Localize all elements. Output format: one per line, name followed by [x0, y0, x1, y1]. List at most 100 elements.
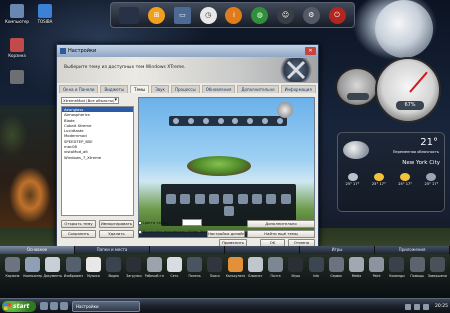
- dock-item[interactable]: Блокнот: [246, 257, 265, 278]
- dock-item-label: Калькулятор: [225, 274, 245, 278]
- extra-button[interactable]: Дополнительно: [247, 220, 315, 228]
- dock-item-label: Блокнот: [248, 274, 263, 278]
- user-icon[interactable]: ☺: [276, 6, 294, 24]
- forecast-day: 25° 17°: [394, 173, 417, 186]
- dock-tab-folders[interactable]: Папки и места: [75, 246, 150, 254]
- dock-item-label: Изображения: [63, 274, 83, 278]
- find-themes-button[interactable]: Найти ещё темы: [247, 230, 315, 238]
- dock-item[interactable]: Paint: [367, 257, 386, 278]
- dock-item[interactable]: Команды: [387, 257, 406, 278]
- dialog-title: Настройки: [68, 48, 97, 54]
- xtreme-logo-icon: [280, 58, 312, 82]
- tab-windows-panels[interactable]: Окна и Панели: [59, 85, 99, 93]
- dock-item[interactable]: Изображения: [64, 257, 83, 278]
- monitor-icon[interactable]: ▭: [173, 6, 191, 24]
- clock[interactable]: 20:25: [435, 304, 448, 309]
- desktop-icon-recycle-bin[interactable]: Корзина: [2, 38, 32, 58]
- gear-icon[interactable]: ⚙: [302, 6, 320, 24]
- network-icon[interactable]: [405, 303, 412, 310]
- media-icon[interactable]: [60, 302, 68, 310]
- tab-info[interactable]: Информация: [280, 85, 316, 93]
- weather-condition: Переменная облачность: [392, 150, 439, 154]
- enable-video-checkbox[interactable]: Включить поддержку Video Ideas: [138, 229, 210, 234]
- import-button[interactable]: Импортировать: [99, 220, 134, 228]
- dock-tab[interactable]: [150, 246, 225, 254]
- dock-tab-games[interactable]: Игры: [300, 246, 375, 254]
- dock-item[interactable]: Калькулятор: [226, 257, 245, 278]
- folder-icon: [10, 70, 24, 84]
- gear-icon: [5, 257, 20, 272]
- dialog-tabs: Окна и Панели Виджеты Темы Звук Процессы…: [59, 85, 316, 93]
- folder-icon: [38, 4, 52, 18]
- dock-tab-apps[interactable]: Приложения: [375, 246, 450, 254]
- help-icon: [409, 257, 425, 272]
- theme-item[interactable]: Windows_7_Xtreme: [62, 155, 133, 160]
- dock-item-label: Помощь: [410, 274, 424, 278]
- dock-item[interactable]: Компьютер: [23, 257, 42, 278]
- dock-item[interactable]: Почта: [266, 257, 285, 278]
- theme-color-checkbox[interactable]: Цвета темы:: [138, 220, 168, 225]
- search-icon: [207, 257, 223, 272]
- theme-filter-select[interactable]: XtremeMod (Все объекты): [61, 97, 119, 104]
- weather-widget[interactable]: 21° Переменная облачность New York City …: [337, 132, 445, 212]
- browser-icon[interactable]: [40, 302, 48, 310]
- network-icon: [166, 257, 182, 272]
- dialog-titlebar[interactable]: Настройки ✕: [57, 45, 318, 57]
- dock-item[interactable]: Info: [307, 257, 326, 278]
- power-icon[interactable]: ⏻: [328, 6, 346, 24]
- desktop-icon-computer[interactable]: Компьютер: [2, 4, 32, 24]
- tab-advanced[interactable]: Дополнительно: [237, 85, 279, 93]
- dock-item-label: Музыка: [87, 274, 100, 278]
- dock-item[interactable]: Корзина: [3, 257, 22, 278]
- system-gauges-widget[interactable]: 67%: [335, 57, 442, 129]
- dock-item[interactable]: Загрузки: [124, 257, 143, 278]
- dock-item[interactable]: Помощь: [408, 257, 427, 278]
- dock-item[interactable]: Сеть: [165, 257, 184, 278]
- dock-tab[interactable]: [225, 246, 300, 254]
- theme-color-field[interactable]: [182, 219, 202, 226]
- dock-item[interactable]: Видео: [104, 257, 123, 278]
- globe-icon[interactable]: ◍: [251, 6, 269, 24]
- games-icon: [288, 257, 304, 272]
- dock-item-label: Сервис: [330, 274, 343, 278]
- tab-processes[interactable]: Процессы: [170, 85, 200, 93]
- desktop-icon-tosiba[interactable]: TOSIBA: [30, 4, 60, 24]
- bottom-dock: КорзинаКомпьютерДокументыИзображения Музы…: [0, 254, 450, 298]
- dock-item[interactable]: Документы: [43, 257, 62, 278]
- start-button[interactable]: start: [2, 301, 36, 312]
- open-theme-button[interactable]: Открыть тему: [61, 220, 96, 228]
- clock-icon[interactable]: ◷: [199, 6, 217, 24]
- volume-icon[interactable]: [414, 303, 421, 310]
- dock-item[interactable]: Поиск: [205, 257, 224, 278]
- tab-themes[interactable]: Темы: [130, 85, 150, 93]
- paint-icon: [369, 257, 385, 272]
- info-icon[interactable]: i: [225, 6, 243, 24]
- preview-island: [187, 156, 251, 176]
- tab-updates[interactable]: Обновления: [201, 85, 236, 93]
- tab-widgets[interactable]: Виджеты: [100, 85, 129, 93]
- dock-item[interactable]: Музыка: [84, 257, 103, 278]
- language-icon[interactable]: [423, 303, 430, 310]
- folder-icon[interactable]: [50, 302, 58, 310]
- windows-icon[interactable]: ⊞: [148, 6, 166, 24]
- dock-item[interactable]: Завершение: [428, 257, 447, 278]
- theme-list[interactable]: Aeonglass Atmospherics Blade Cobalt Xtre…: [61, 106, 134, 216]
- panel-icon: [187, 257, 203, 272]
- delete-button[interactable]: Удалить: [99, 230, 134, 238]
- tab-sound[interactable]: Звук: [151, 85, 169, 93]
- dock-item[interactable]: Игры: [286, 257, 305, 278]
- dock-item[interactable]: Сервис: [327, 257, 346, 278]
- design-settings-button[interactable]: Настройки дизайна: [207, 230, 245, 238]
- dock-item[interactable]: Рабочий стол: [145, 257, 164, 278]
- close-button[interactable]: ✕: [305, 47, 316, 55]
- save-button[interactable]: Сохранить: [61, 230, 96, 238]
- dock-item[interactable]: Media: [347, 257, 366, 278]
- dock-item[interactable]: Панель: [185, 257, 204, 278]
- dock-item-label: Почта: [270, 274, 281, 278]
- dock-item-label: Media: [351, 274, 362, 278]
- desktop-icon-folder[interactable]: [2, 70, 32, 85]
- dock-tab-main[interactable]: Основное: [0, 246, 75, 254]
- badge-icon[interactable]: [119, 6, 140, 24]
- dock-item-label: Команды: [389, 274, 405, 278]
- taskbar-window-button[interactable]: Настройки: [72, 301, 140, 312]
